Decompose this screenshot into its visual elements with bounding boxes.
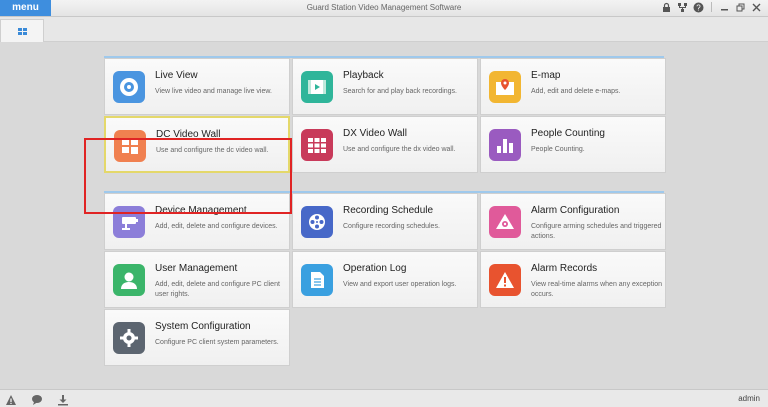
network-icon[interactable] (677, 2, 688, 13)
user-icon (113, 264, 145, 296)
tile-playback[interactable]: Playback Search for and play back record… (292, 58, 478, 115)
highlight-annotation (84, 138, 292, 214)
camera-lens-icon (113, 71, 145, 103)
tile-operation-log[interactable]: Operation Log View and export user opera… (292, 251, 478, 308)
tile-title: DX Video Wall (343, 128, 407, 139)
tile-live-view[interactable]: Live View View live video and manage liv… (104, 58, 290, 115)
tile-description: Add, edit and delete e-maps. (531, 88, 621, 95)
wall-grid-icon (301, 129, 333, 161)
svg-text:?: ? (696, 3, 701, 12)
tile-title: Alarm Configuration (531, 205, 620, 216)
map-pin-icon (489, 71, 521, 103)
tile-title: Operation Log (343, 263, 407, 274)
tile-description: People Counting. (531, 146, 585, 153)
minimize-icon[interactable] (719, 2, 730, 13)
tile-title: Recording Schedule (343, 205, 434, 216)
message-icon[interactable] (31, 393, 43, 405)
tile-title: System Configuration (155, 321, 251, 332)
tile-e-map[interactable]: E-map Add, edit and delete e-maps. (480, 58, 666, 115)
tile-recording-schedule[interactable]: Recording Schedule Configure recording s… (292, 193, 478, 250)
warning-icon (489, 264, 521, 296)
tile-alarm-records[interactable]: Alarm Records View real-time alarms when… (480, 251, 666, 308)
tile-description: Configure arming schedules and triggered… (531, 223, 662, 240)
tile-description: View real-time alarms when any exception… (531, 281, 662, 298)
tile-system-configuration[interactable]: System Configuration Configure PC client… (104, 309, 290, 366)
bar-chart-icon (489, 129, 521, 161)
tile-description: Configure PC client system parameters. (155, 339, 279, 346)
app-title: Guard Station Video Management Software (306, 3, 462, 12)
help-icon[interactable]: ? (693, 2, 704, 13)
tile-user-management[interactable]: User Management Add, edit, delete and co… (104, 251, 290, 308)
restore-icon[interactable] (735, 2, 746, 13)
tile-description: Use and configure the dx video wall. (343, 146, 456, 153)
tile-dx-video-wall[interactable]: DX Video Wall Use and configure the dx v… (292, 116, 478, 173)
alert-icon[interactable] (5, 393, 17, 405)
tab-home[interactable] (0, 19, 44, 42)
tile-description: Add, edit, delete and configure devices. (155, 223, 278, 230)
separator (711, 2, 712, 12)
tile-description: Add, edit, delete and configure PC clien… (155, 281, 280, 298)
tile-title: Playback (343, 70, 384, 81)
close-icon[interactable] (751, 2, 762, 13)
tile-people-counting[interactable]: People Counting People Counting. (480, 116, 666, 173)
document-icon (301, 264, 333, 296)
tile-description: Configure recording schedules. (343, 223, 440, 230)
tile-title: E-map (531, 70, 561, 81)
gear-icon (113, 322, 145, 354)
download-icon[interactable] (57, 393, 69, 406)
current-user: admin (738, 394, 760, 403)
status-bar: admin (0, 389, 768, 407)
tile-title: People Counting (531, 128, 605, 139)
lock-icon[interactable] (661, 2, 672, 13)
alarm-gear-icon (489, 206, 521, 238)
tile-description: View live video and manage live view. (155, 88, 272, 95)
title-bar: menu Guard Station Video Management Soft… (0, 0, 768, 17)
main-panel: Live View View live video and manage liv… (0, 42, 768, 389)
film-reel-icon (301, 206, 333, 238)
tile-description: Search for and play back recordings. (343, 88, 458, 95)
tile-title: Alarm Records (531, 263, 598, 274)
tile-alarm-configuration[interactable]: Alarm Configuration Configure arming sch… (480, 193, 666, 250)
film-play-icon (301, 71, 333, 103)
tile-title: Live View (155, 70, 198, 81)
grid-icon (18, 28, 27, 35)
tile-description: View and export user operation logs. (343, 281, 457, 288)
tab-strip (0, 17, 768, 42)
tile-title: User Management (155, 263, 238, 274)
